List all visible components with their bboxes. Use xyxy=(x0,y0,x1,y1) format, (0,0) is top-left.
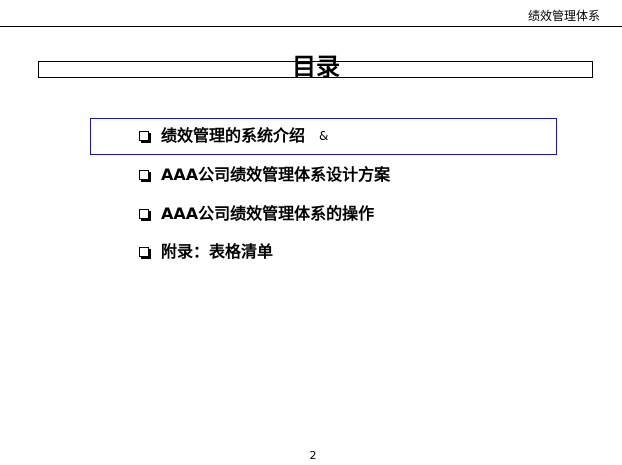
toc-item-label: 附录：表格清单 xyxy=(161,242,274,261)
toc-item-label: 绩效管理的系统介绍 xyxy=(161,126,306,145)
toc-item-operation[interactable]: AAA公司绩效管理体系的操作 xyxy=(139,203,374,225)
page-number: 2 xyxy=(309,449,317,462)
checkbox-bullet-icon xyxy=(139,209,149,219)
header-section-title: 绩效管理体系 xyxy=(527,9,600,23)
page-title: 目录 xyxy=(292,53,340,81)
checkbox-bullet-icon xyxy=(139,247,149,257)
toc-item-label: AAA公司绩效管理体系的操作 xyxy=(161,204,375,223)
header-rule xyxy=(0,26,622,27)
toc-item-label: AAA公司绩效管理体系设计方案 xyxy=(161,165,391,184)
toc-item-mark: & xyxy=(319,129,329,143)
toc-item-appendix[interactable]: 附录：表格清单 xyxy=(139,241,273,263)
toc-item-system-intro[interactable]: 绩效管理的系统介绍 & xyxy=(139,125,328,147)
checkbox-bullet-icon xyxy=(139,170,149,180)
toc-item-design-plan[interactable]: AAA公司绩效管理体系设计方案 xyxy=(139,164,390,186)
checkbox-bullet-icon xyxy=(139,131,149,141)
